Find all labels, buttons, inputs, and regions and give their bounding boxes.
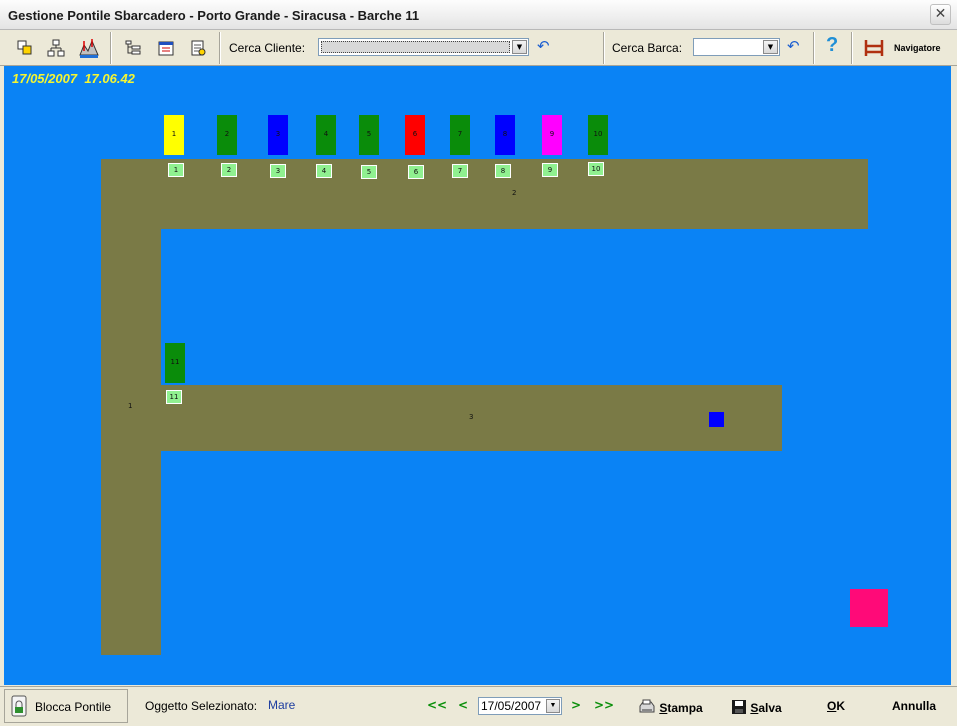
cerca-barca-combo[interactable]: ▼ <box>693 38 780 56</box>
navigator-icon <box>864 40 884 56</box>
report-button[interactable] <box>186 36 210 60</box>
navigatore-button[interactable] <box>862 36 886 60</box>
mooring-slot-9[interactable]: 9 <box>542 163 558 177</box>
select-objects-button[interactable] <box>13 36 37 60</box>
mooring-slot-6[interactable]: 6 <box>408 165 424 179</box>
salva-button[interactable]: Salva <box>731 699 782 715</box>
port-map-button[interactable] <box>77 36 101 60</box>
boat-3[interactable]: 3 <box>268 115 288 155</box>
pier-label: 3 <box>469 413 474 421</box>
boat-2[interactable]: 2 <box>217 115 237 155</box>
pier-label: 2 <box>512 189 517 197</box>
printer-icon <box>639 699 655 713</box>
datetime-display: 17/05/2007 17.06.42 <box>12 71 135 86</box>
chevron-down-icon[interactable]: ▼ <box>763 40 778 54</box>
close-button[interactable]: ✕ <box>930 4 951 25</box>
pier-3[interactable]: 3 <box>161 385 782 451</box>
list-button[interactable] <box>121 36 145 60</box>
calendar-icon <box>158 41 174 56</box>
chevron-down-icon[interactable]: ▼ <box>512 40 527 54</box>
current-time: 17.06.42 <box>84 71 135 86</box>
toolbar-separator <box>110 32 112 64</box>
pier-label: 1 <box>128 402 133 410</box>
boat-6[interactable]: 6 <box>405 115 425 155</box>
mooring-slot-10[interactable]: 10 <box>588 162 604 176</box>
next-date-button[interactable]: > <box>571 698 581 712</box>
chevron-down-icon[interactable]: ▼ <box>546 699 560 713</box>
boat-9[interactable]: 9 <box>542 115 562 155</box>
ok-hotkey: O <box>827 699 837 713</box>
boat-11[interactable]: 11 <box>165 343 185 383</box>
annulla-button[interactable]: Annulla <box>892 699 936 713</box>
mooring-slot-7[interactable]: 7 <box>452 164 468 178</box>
select-objects-icon <box>17 40 32 55</box>
ok-button[interactable]: OK <box>827 699 845 713</box>
cerca-barca-value <box>696 41 761 53</box>
toolbar-separator <box>219 32 221 64</box>
ok-label: K <box>836 699 846 713</box>
pier-1[interactable]: 1 <box>101 229 161 655</box>
list-tree-icon <box>125 40 141 55</box>
oggetto-selezionato-label: Oggetto Selezionato: <box>145 699 258 713</box>
harbor-map[interactable]: 17/05/2007 17.06.42 2 1 3 1 2 3 4 5 6 7 … <box>4 66 951 685</box>
mooring-slot-3[interactable]: 3 <box>270 164 286 178</box>
marker-pink[interactable] <box>850 589 888 627</box>
save-disk-icon <box>732 700 746 714</box>
hierarchy-button[interactable] <box>44 36 68 60</box>
mooring-slot-5[interactable]: 5 <box>361 165 377 179</box>
date-picker[interactable]: 17/05/2007 ▼ <box>478 697 562 715</box>
lock-pier-icon <box>11 695 27 717</box>
report-icon <box>191 40 206 56</box>
boat-8[interactable]: 8 <box>495 115 515 155</box>
help-icon[interactable]: ? <box>826 34 838 57</box>
window-title: Gestione Pontile Sbarcadero - Porto Gran… <box>8 8 420 23</box>
mooring-slot-11[interactable]: 11 <box>166 390 182 404</box>
mooring-slot-1[interactable]: 1 <box>168 163 184 177</box>
toolbar-separator <box>603 32 605 64</box>
current-date: 17/05/2007 <box>12 71 78 86</box>
reset-barca-icon[interactable]: ↶ <box>787 39 800 54</box>
cerca-barca-label: Cerca Barca: <box>612 41 683 55</box>
boat-10[interactable]: 10 <box>588 115 608 155</box>
boat-1[interactable]: 1 <box>164 115 184 155</box>
boat-7[interactable]: 7 <box>450 115 470 155</box>
close-icon: ✕ <box>934 6 947 22</box>
boat-5[interactable]: 5 <box>359 115 379 155</box>
toolbar-separator <box>851 32 853 64</box>
mooring-slot-8[interactable]: 8 <box>495 164 511 178</box>
oggetto-selezionato-value: Mare <box>268 698 296 712</box>
mooring-slot-4[interactable]: 4 <box>316 164 332 178</box>
port-map-icon <box>79 39 99 58</box>
blocca-pontile-button[interactable]: Blocca Pontile <box>4 689 128 723</box>
toolbar-separator <box>813 32 815 64</box>
mooring-slot-2[interactable]: 2 <box>221 163 237 177</box>
last-date-button[interactable]: >> <box>594 698 614 712</box>
cerca-cliente-label: Cerca Cliente: <box>229 41 306 55</box>
reset-cliente-icon[interactable]: ↶ <box>537 39 550 54</box>
boat-4[interactable]: 4 <box>316 115 336 155</box>
hierarchy-icon <box>47 39 65 57</box>
toolbar: Cerca Cliente: ▼ ↶ Cerca Barca: ▼ ↶ ? Na… <box>0 30 957 66</box>
stampa-label: tampa <box>667 701 703 715</box>
pier-2[interactable]: 2 <box>101 159 868 229</box>
blocca-pontile-label: Blocca Pontile <box>35 700 112 714</box>
stampa-button[interactable]: Stampa <box>638 699 703 715</box>
cerca-cliente-combo[interactable]: ▼ <box>318 38 529 56</box>
title-bar: Gestione Pontile Sbarcadero - Porto Gran… <box>0 0 957 30</box>
prev-date-button[interactable]: < <box>458 698 468 712</box>
date-picker-value: 17/05/2007 <box>481 699 542 713</box>
marker-blue[interactable] <box>709 412 724 427</box>
navigatore-label: Navigatore <box>894 43 941 53</box>
first-date-button[interactable]: << <box>427 698 447 712</box>
cerca-cliente-value <box>321 41 510 53</box>
calendar-button[interactable] <box>154 36 178 60</box>
salva-label: alva <box>758 701 782 715</box>
status-bar: Blocca Pontile Oggetto Selezionato: Mare… <box>0 686 957 726</box>
